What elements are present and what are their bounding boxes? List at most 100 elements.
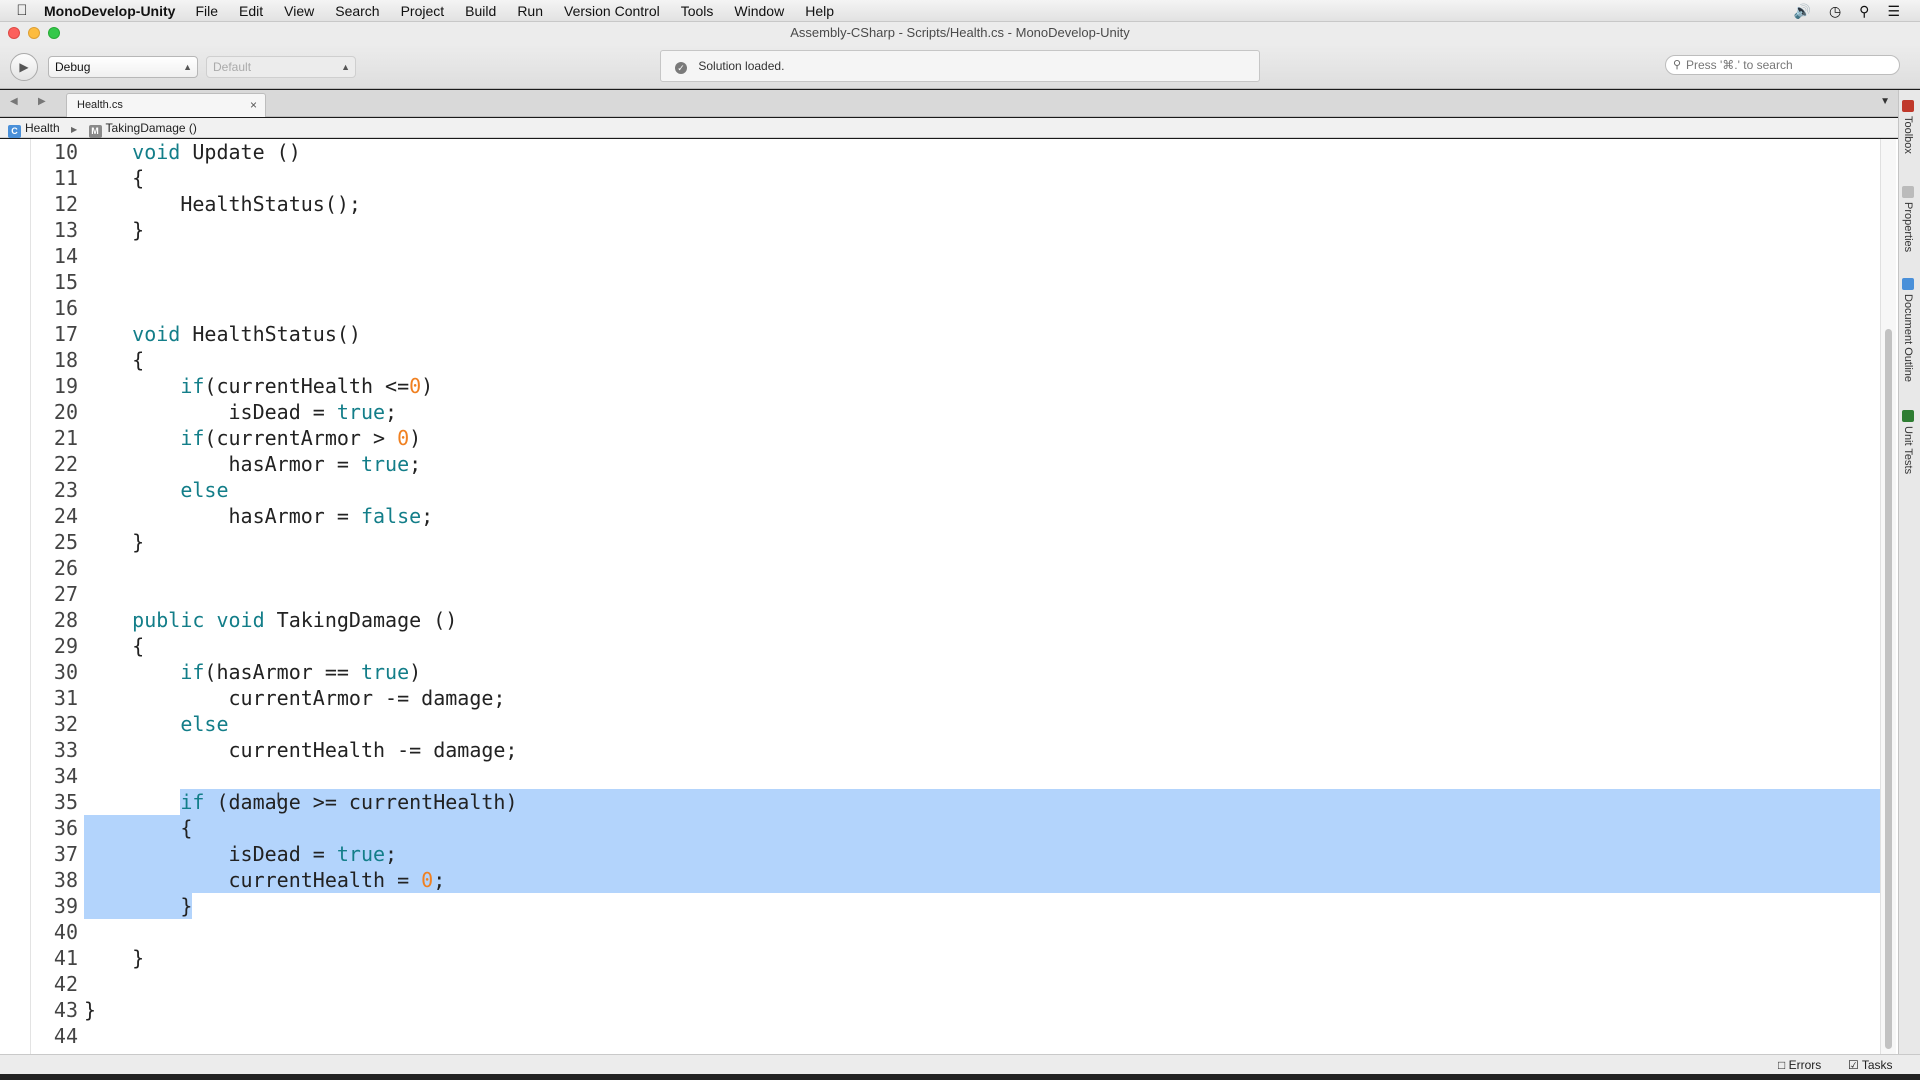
- line-number: 14: [53, 244, 78, 268]
- code-line[interactable]: 43}: [0, 997, 1880, 1023]
- dock-unit-tests[interactable]: Unit Tests: [1902, 410, 1914, 474]
- breadcrumb-class[interactable]: C Health: [8, 121, 60, 138]
- menu-window[interactable]: Window: [734, 3, 784, 19]
- target-select[interactable]: Default ▲: [206, 56, 356, 78]
- menu-file[interactable]: File: [195, 3, 218, 19]
- method-icon: M: [88, 125, 102, 138]
- search-placeholder: Press '⌘.' to search: [1686, 58, 1793, 72]
- unit-tests-icon: [1902, 410, 1914, 422]
- apple-menu-icon[interactable]: : [0, 2, 44, 19]
- close-window-button[interactable]: [8, 27, 20, 39]
- line-number: 33: [53, 738, 78, 762]
- tasks-pad-button[interactable]: ☑ Tasks: [1848, 1057, 1893, 1073]
- code-line[interactable]: 33 currentHealth -= damage;: [0, 737, 1880, 763]
- breadcrumb-method[interactable]: M TakingDamage (): [88, 121, 197, 138]
- menu-edit[interactable]: Edit: [239, 3, 263, 19]
- code-line[interactable]: 13 }: [0, 217, 1880, 243]
- code-line[interactable]: 28 public void TakingDamage (): [0, 607, 1880, 633]
- code-line[interactable]: 29 {: [0, 633, 1880, 659]
- code-line[interactable]: 23 else: [0, 477, 1880, 503]
- breadcrumb-separator-icon: ▶: [71, 125, 78, 134]
- line-number: 39: [53, 894, 78, 918]
- code-text: }: [84, 530, 145, 554]
- errors-pad-button[interactable]: □ Errors: [1778, 1057, 1821, 1073]
- menu-search[interactable]: Search: [335, 3, 379, 19]
- menu-bar:  MonoDevelop-Unity File Edit View Searc…: [0, 0, 1920, 22]
- tab-health-cs[interactable]: Health.cs ×: [66, 93, 266, 117]
- vertical-scrollbar[interactable]: [1880, 139, 1896, 1054]
- toolbar: ▶ Debug ▲ Default ▲ ✓ Solution loaded.: [0, 44, 1920, 89]
- code-line[interactable]: 39 }: [0, 893, 1880, 919]
- code-editor[interactable]: 10 void Update () 11 {12 HealthStatus(); 1…: [0, 139, 1898, 1054]
- scrollbar-thumb[interactable]: [1885, 329, 1892, 1049]
- back-arrow-icon[interactable]: ◀: [10, 96, 18, 107]
- menu-project[interactable]: Project: [401, 3, 445, 19]
- menu-build[interactable]: Build: [465, 3, 496, 19]
- screen-bottom-edge: [0, 1074, 1920, 1080]
- app-menu[interactable]: MonoDevelop-Unity: [44, 3, 175, 19]
- configuration-select[interactable]: Debug ▲: [48, 56, 198, 78]
- code-line[interactable]: 16: [0, 295, 1880, 321]
- run-button[interactable]: ▶: [10, 53, 38, 81]
- volume-icon[interactable]: 🔊: [1794, 3, 1811, 20]
- close-tab-icon[interactable]: ×: [250, 94, 257, 117]
- code-line[interactable]: 37 isDead = true;: [0, 841, 1880, 867]
- code-line[interactable]: 14: [0, 243, 1880, 269]
- spotlight-icon[interactable]: ⚲: [1859, 3, 1869, 20]
- code-line[interactable]: 20 isDead = true;: [0, 399, 1880, 425]
- code-line[interactable]: 35 if (damage >= currentHealth): [0, 789, 1880, 815]
- code-text: currentHealth = 0;: [84, 868, 446, 892]
- code-text: {: [84, 816, 193, 840]
- menu-run[interactable]: Run: [517, 3, 543, 19]
- line-number: 34: [53, 764, 78, 788]
- code-line[interactable]: 44: [0, 1023, 1880, 1049]
- code-line[interactable]: 27: [0, 581, 1880, 607]
- tab-overflow-icon[interactable]: ▼: [1880, 96, 1890, 107]
- code-line[interactable]: 11 {: [0, 165, 1880, 191]
- minimize-window-button[interactable]: [28, 27, 40, 39]
- menu-help[interactable]: Help: [805, 3, 834, 19]
- line-number: 10: [53, 140, 78, 164]
- tab-label: Health.cs: [77, 99, 123, 111]
- zoom-window-button[interactable]: [48, 27, 60, 39]
- code-line[interactable]: 24 hasArmor = false;: [0, 503, 1880, 529]
- dock-document-outline[interactable]: Document Outline: [1902, 278, 1914, 382]
- code-line[interactable]: 15: [0, 269, 1880, 295]
- code-line[interactable]: 19 if(currentHealth <=0): [0, 373, 1880, 399]
- dock-toolbox[interactable]: Toolbox: [1902, 100, 1914, 154]
- code-line[interactable]: 42: [0, 971, 1880, 997]
- code-line[interactable]: 18 {: [0, 347, 1880, 373]
- code-line[interactable]: 31 currentArmor -= damage;: [0, 685, 1880, 711]
- code-text: HealthStatus();: [84, 192, 361, 216]
- properties-icon: [1902, 186, 1914, 198]
- search-input[interactable]: ⚲ Press '⌘.' to search: [1665, 55, 1900, 75]
- selection-highlight: [84, 815, 1880, 841]
- code-line[interactable]: 25 }: [0, 529, 1880, 555]
- code-line[interactable]: 17 void HealthStatus(): [0, 321, 1880, 347]
- line-number: 32: [53, 712, 78, 736]
- code-line[interactable]: 40: [0, 919, 1880, 945]
- forward-arrow-icon[interactable]: ▶: [38, 96, 46, 107]
- menu-tools[interactable]: Tools: [681, 3, 714, 19]
- code-line[interactable]: 34: [0, 763, 1880, 789]
- dock-toolbox-label: Toolbox: [1902, 116, 1914, 154]
- code-line[interactable]: 26: [0, 555, 1880, 581]
- dock-properties[interactable]: Properties: [1902, 186, 1914, 252]
- time-machine-icon[interactable]: ◷: [1829, 3, 1841, 20]
- code-line[interactable]: 12 HealthStatus();: [0, 191, 1880, 217]
- line-number: 38: [53, 868, 78, 892]
- code-text: if(currentHealth <=0): [180, 374, 434, 398]
- code-line[interactable]: 36 {: [0, 815, 1880, 841]
- tasks-icon: ☑: [1848, 1058, 1862, 1072]
- menu-view[interactable]: View: [284, 3, 314, 19]
- code-line[interactable]: 32 else: [0, 711, 1880, 737]
- code-line[interactable]: 38 currentHealth = 0;: [0, 867, 1880, 893]
- code-line[interactable]: 41 }: [0, 945, 1880, 971]
- code-line[interactable]: 10 void Update (): [0, 139, 1880, 165]
- code-text: isDead = true;: [84, 842, 398, 866]
- code-line[interactable]: 22 hasArmor = true;: [0, 451, 1880, 477]
- notification-center-icon[interactable]: ☰: [1887, 3, 1900, 20]
- code-line[interactable]: 21 if(currentArmor > 0): [0, 425, 1880, 451]
- code-line[interactable]: 30 if(hasArmor == true): [0, 659, 1880, 685]
- menu-version-control[interactable]: Version Control: [564, 3, 660, 19]
